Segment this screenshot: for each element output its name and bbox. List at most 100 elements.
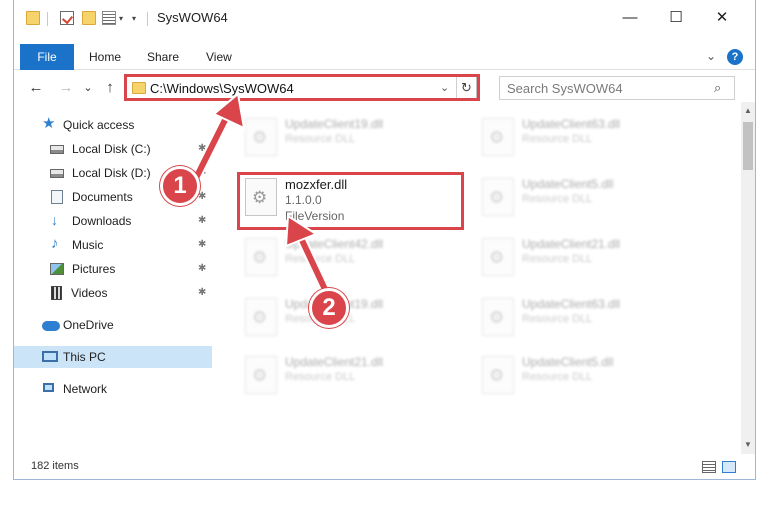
item-count: 182 items bbox=[31, 460, 79, 472]
file-name: UpdateClient42.dll bbox=[285, 237, 384, 251]
file-name: UpdateClient5.dll bbox=[522, 355, 614, 369]
large-icons-view-icon[interactable] bbox=[722, 461, 736, 473]
search-box[interactable]: Search SysWOW64 ⌕ bbox=[499, 76, 735, 100]
videos-icon bbox=[51, 286, 62, 300]
back-button[interactable]: ← bbox=[26, 78, 46, 98]
network-icon bbox=[43, 383, 54, 392]
customize-qat-icon[interactable]: ▾ bbox=[132, 14, 136, 23]
file-item[interactable]: UpdateClient5.dll Resource DLL bbox=[478, 172, 678, 222]
documents-icon bbox=[51, 190, 63, 204]
sidebar-item-label: OneDrive bbox=[63, 318, 114, 332]
pin-icon[interactable]: ✱ bbox=[198, 287, 206, 298]
dll-file-icon bbox=[245, 118, 277, 156]
explorer-window: ▾ ▾ SysWOW64 — ☐ ✕ File Home Share View … bbox=[13, 0, 756, 480]
tab-view[interactable]: View bbox=[206, 44, 232, 70]
minimize-button[interactable]: — bbox=[607, 4, 653, 32]
file-item[interactable]: UpdateClient19.dll Resource DLL bbox=[241, 112, 441, 162]
onedrive-icon bbox=[42, 321, 60, 331]
help-icon[interactable]: ? bbox=[727, 49, 743, 65]
sidebar-item-local-disk-c[interactable]: Local Disk (C:) ✱ bbox=[14, 138, 212, 160]
file-item[interactable]: UpdateClient63.dll Resource DLL bbox=[478, 292, 678, 342]
separator bbox=[47, 12, 48, 26]
sidebar-item-pictures[interactable]: Pictures ✱ bbox=[14, 258, 212, 280]
vertical-scrollbar[interactable]: ▲ ▼ bbox=[741, 102, 755, 454]
sidebar-item-label: Quick access bbox=[63, 118, 135, 132]
sidebar-item-label: Videos bbox=[71, 286, 108, 300]
sidebar-item-label: Local Disk (C:) bbox=[72, 142, 151, 156]
file-highlight-box bbox=[237, 172, 464, 230]
sidebar-item-label: Music bbox=[72, 238, 104, 252]
file-name: UpdateClient21.dll bbox=[285, 355, 384, 369]
pin-icon[interactable]: ✱ bbox=[198, 263, 206, 274]
dll-file-icon bbox=[482, 178, 514, 216]
sidebar-item-onedrive[interactable]: OneDrive bbox=[14, 314, 212, 336]
title-bar: ▾ ▾ SysWOW64 — ☐ ✕ bbox=[14, 0, 755, 36]
tab-file[interactable]: File bbox=[20, 44, 74, 70]
scroll-thumb[interactable] bbox=[743, 122, 753, 170]
file-name: UpdateClient63.dll bbox=[522, 117, 621, 131]
file-type: Resource DLL bbox=[285, 133, 356, 145]
scroll-up-icon[interactable]: ▲ bbox=[741, 104, 755, 118]
file-item[interactable]: UpdateClient21.dll Resource DLL bbox=[478, 232, 678, 282]
sidebar-item-videos[interactable]: Videos ✱ bbox=[14, 282, 212, 304]
file-item[interactable]: UpdateClient21.dll Resource DLL bbox=[241, 350, 441, 400]
expand-ribbon-icon[interactable]: ⌄ bbox=[706, 49, 716, 63]
sidebar-item-downloads[interactable]: ↓ Downloads ✱ bbox=[14, 210, 212, 232]
properties-check-icon[interactable] bbox=[60, 11, 74, 25]
pin-icon[interactable]: ✱ bbox=[198, 143, 206, 154]
close-button[interactable]: ✕ bbox=[699, 4, 745, 32]
sidebar-item-music[interactable]: ♪ Music ✱ bbox=[14, 234, 212, 256]
disk-icon bbox=[50, 169, 64, 178]
pin-icon[interactable]: ✱ bbox=[198, 215, 206, 226]
recent-locations-button[interactable]: ⌄ bbox=[78, 78, 98, 98]
this-pc-icon bbox=[42, 351, 58, 362]
navigation-bar: ← → ⌄ ↑ C:\Windows\SysWOW64 ⌄ ↻ Search S… bbox=[14, 74, 755, 102]
sidebar-item-label: Pictures bbox=[72, 262, 116, 276]
chevron-down-icon[interactable]: ▾ bbox=[119, 14, 123, 23]
status-bar: 182 items bbox=[14, 456, 755, 478]
file-type: Resource DLL bbox=[285, 371, 356, 383]
file-item[interactable]: UpdateClient42.dll Resource DLL bbox=[241, 232, 441, 282]
search-icon[interactable]: ⌕ bbox=[714, 80, 721, 96]
pin-icon[interactable]: ✱ bbox=[198, 191, 206, 202]
new-folder-icon[interactable] bbox=[82, 11, 96, 25]
sidebar-item-label: Local Disk (D:) bbox=[72, 166, 151, 180]
pin-icon[interactable]: ✱ bbox=[198, 167, 206, 178]
sidebar-item-network[interactable]: Network bbox=[14, 378, 212, 400]
sidebar-item-label: This PC bbox=[63, 350, 106, 364]
separator bbox=[147, 12, 148, 26]
file-name: UpdateClient21.dll bbox=[522, 237, 621, 251]
pin-icon[interactable]: ✱ bbox=[198, 239, 206, 250]
maximize-button[interactable]: ☐ bbox=[653, 4, 699, 32]
disk-icon bbox=[50, 145, 64, 154]
file-item[interactable]: UpdateClient5.dll Resource DLL bbox=[478, 350, 678, 400]
navigation-pane: ★ Quick access Local Disk (C:) ✱ Local D… bbox=[14, 110, 212, 450]
sidebar-item-quick-access[interactable]: ★ Quick access bbox=[14, 114, 212, 136]
details-icon[interactable] bbox=[102, 11, 116, 25]
sidebar-item-label: Network bbox=[63, 382, 108, 396]
forward-button[interactable]: → bbox=[56, 78, 76, 98]
search-input[interactable]: Search SysWOW64 bbox=[507, 81, 623, 96]
dll-file-icon bbox=[482, 118, 514, 156]
file-type: Resource DLL bbox=[522, 133, 593, 145]
scroll-down-icon[interactable]: ▼ bbox=[741, 438, 755, 452]
file-item[interactable]: UpdateClient63.dll Resource DLL bbox=[478, 112, 678, 162]
up-button[interactable]: ↑ bbox=[100, 78, 120, 98]
file-list: UpdateClient19.dll Resource DLL UpdateCl… bbox=[213, 102, 741, 454]
dll-file-icon bbox=[245, 298, 277, 336]
details-view-icon[interactable] bbox=[702, 461, 716, 473]
music-icon: ♪ bbox=[51, 235, 59, 252]
file-type: Resource DLL bbox=[285, 253, 356, 265]
sidebar-item-this-pc[interactable]: This PC bbox=[14, 346, 212, 368]
download-icon: ↓ bbox=[51, 212, 58, 228]
file-name: UpdateClient19.dll bbox=[285, 117, 384, 131]
file-type: Resource DLL bbox=[522, 313, 593, 325]
address-highlight-box bbox=[124, 74, 480, 101]
tab-share[interactable]: Share bbox=[147, 44, 179, 70]
window-title: SysWOW64 bbox=[157, 10, 228, 25]
file-name: UpdateClient5.dll bbox=[522, 177, 614, 191]
tab-home[interactable]: Home bbox=[89, 44, 121, 70]
star-icon: ★ bbox=[42, 115, 56, 132]
step-1-badge: 1 bbox=[160, 166, 200, 206]
sidebar-item-label: Downloads bbox=[72, 214, 132, 228]
